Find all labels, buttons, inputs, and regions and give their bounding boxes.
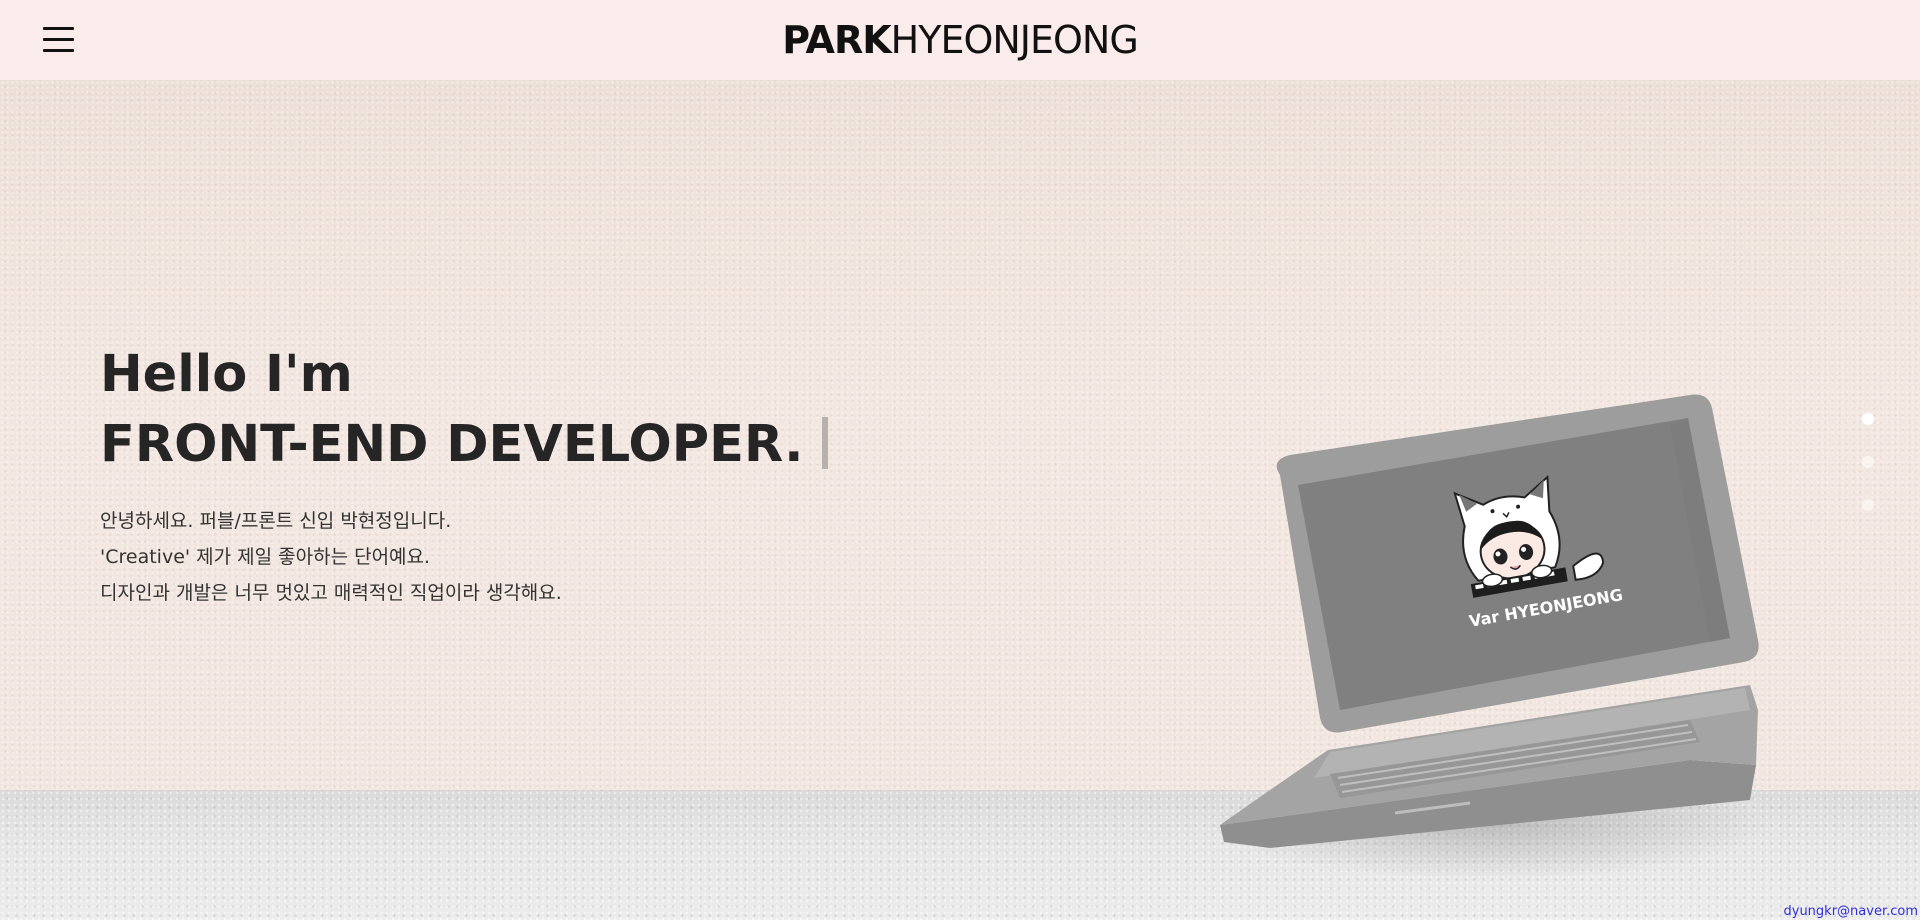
site-logo[interactable]: PARKHYEONJEONG bbox=[0, 16, 1920, 64]
laptop-base bbox=[1220, 685, 1758, 848]
pagination-dot-1[interactable] bbox=[1862, 413, 1874, 425]
hero-title: Hello I'm FRONT-END DEVELOPER. bbox=[100, 340, 828, 480]
pagination-dot-3[interactable] bbox=[1862, 499, 1874, 511]
logo-bold: PARK bbox=[782, 18, 891, 62]
intro-line-3: 디자인과 개발은 너무 멋있고 매력적인 직업이라 생각해요. bbox=[100, 582, 562, 604]
intro-text: 안녕하세요. 퍼블/프론트 신입 박현정입니다. 'Creative' 제가 제… bbox=[100, 503, 562, 611]
hero-title-line1: Hello I'm bbox=[100, 345, 353, 404]
typing-cursor bbox=[821, 417, 828, 469]
intro-line-2: 'Creative' 제가 제일 좋아하는 단어예요. bbox=[100, 546, 431, 568]
laptop-illustration: Var HYEONJEONG bbox=[1220, 394, 1759, 848]
intro-line-1: 안녕하세요. 퍼블/프론트 신입 박현정입니다. bbox=[100, 510, 452, 532]
logo-light: HYEONJEONG bbox=[890, 18, 1139, 62]
pagination-dot-2[interactable] bbox=[1862, 456, 1874, 468]
email-link[interactable]: dyungkr@naver.com bbox=[1784, 904, 1919, 920]
section-pagination bbox=[1862, 413, 1876, 542]
hero-title-line2-wrap: FRONT-END DEVELOPER. bbox=[100, 410, 828, 480]
site-header: PARKHYEONJEONG bbox=[0, 0, 1920, 80]
hero-title-line2: FRONT-END DEVELOPER. bbox=[100, 415, 804, 474]
